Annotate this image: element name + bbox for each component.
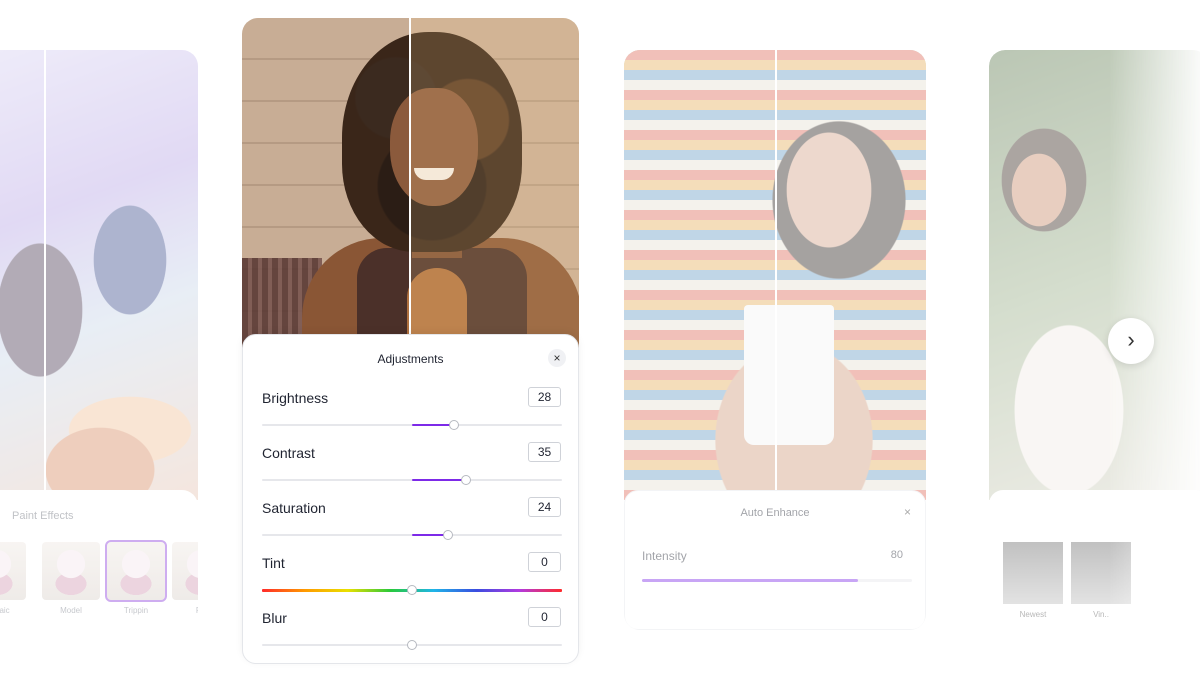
contrast-slider-knob[interactable] bbox=[461, 475, 471, 485]
blur-value-input[interactable]: 0 bbox=[528, 607, 561, 627]
brightness-slider-knob[interactable] bbox=[449, 420, 459, 430]
before-after-divider[interactable] bbox=[775, 50, 777, 490]
brightness-value-input[interactable]: 28 bbox=[528, 387, 561, 407]
chevron-right-icon: › bbox=[1127, 327, 1135, 352]
contrast-slider-fill bbox=[412, 479, 466, 481]
adjustments-title: Adjustments bbox=[377, 352, 444, 366]
contrast-slider[interactable] bbox=[262, 475, 562, 485]
contrast-label: Contrast bbox=[262, 445, 315, 461]
paint-effect-photo bbox=[0, 50, 198, 500]
before-after-divider[interactable] bbox=[44, 50, 46, 500]
intensity-value: 80 bbox=[890, 549, 903, 561]
portrait-photo bbox=[242, 18, 579, 348]
filters-panel: Newest Vin.. bbox=[989, 490, 1200, 630]
edited-half-overlay bbox=[410, 18, 579, 348]
paint-effects-card: Paint Effects Mosaic Model Trippin R.. bbox=[0, 50, 198, 632]
filter-thumbnail[interactable] bbox=[1003, 542, 1063, 604]
intensity-slider[interactable] bbox=[642, 579, 912, 582]
effect-thumbnail[interactable] bbox=[42, 542, 100, 600]
tint-slider-knob[interactable] bbox=[407, 585, 417, 595]
tint-value-input[interactable]: 0 bbox=[528, 552, 561, 572]
brightness-slider-fill bbox=[412, 424, 454, 426]
auto-enhance-title: Auto Enhance bbox=[740, 507, 810, 519]
adjustments-card: Adjustments × Brightness 28 Contrast 35 … bbox=[242, 18, 579, 664]
contrast-value-input[interactable]: 35 bbox=[528, 442, 561, 462]
paint-effects-title: Paint Effects bbox=[12, 510, 74, 522]
sunglasses-photo bbox=[989, 50, 1200, 500]
before-after-divider[interactable] bbox=[409, 18, 411, 348]
effect-thumbnail-label: Trippin bbox=[123, 606, 149, 615]
saturation-value-input[interactable]: 24 bbox=[528, 497, 561, 517]
tint-slider[interactable] bbox=[262, 585, 562, 595]
filter-thumbnail-label: Vin.. bbox=[1093, 610, 1109, 619]
effect-thumbnail-label: R.. bbox=[172, 606, 198, 615]
blur-label: Blur bbox=[262, 610, 287, 626]
brightness-slider[interactable] bbox=[262, 420, 562, 430]
effect-thumbnail[interactable] bbox=[172, 542, 198, 600]
saturation-slider-knob[interactable] bbox=[443, 530, 453, 540]
blur-slider-knob[interactable] bbox=[407, 640, 417, 650]
saturation-label: Saturation bbox=[262, 500, 326, 516]
effect-thumbnail-label: Mosaic bbox=[0, 606, 10, 615]
close-icon[interactable]: × bbox=[548, 349, 566, 367]
next-arrow-button[interactable]: › bbox=[1108, 318, 1154, 364]
blur-slider[interactable] bbox=[262, 640, 562, 650]
filter-thumbnail-label: Newest bbox=[1019, 610, 1047, 619]
filter-thumbnail[interactable] bbox=[1071, 542, 1131, 604]
brightness-label: Brightness bbox=[262, 390, 329, 406]
intensity-slider-fill bbox=[642, 579, 858, 582]
effect-thumbnail-selected[interactable] bbox=[105, 540, 167, 602]
auto-enhance-panel: Auto Enhance × Intensity 80 bbox=[624, 490, 926, 630]
photo-cup bbox=[744, 305, 834, 445]
close-icon[interactable]: × bbox=[904, 505, 911, 519]
effect-thumbnail-label: Model bbox=[60, 606, 82, 615]
filters-card: Newest Vin.. bbox=[989, 50, 1200, 630]
saturation-slider[interactable] bbox=[262, 530, 562, 540]
adjustments-panel: Adjustments × Brightness 28 Contrast 35 … bbox=[242, 334, 579, 664]
effect-thumbnail[interactable] bbox=[0, 542, 26, 600]
auto-enhance-card: Auto Enhance × Intensity 80 bbox=[624, 50, 926, 630]
intensity-label: Intensity bbox=[642, 549, 687, 563]
paint-effects-panel: Paint Effects Mosaic Model Trippin R.. bbox=[0, 490, 198, 632]
tint-label: Tint bbox=[262, 555, 285, 571]
